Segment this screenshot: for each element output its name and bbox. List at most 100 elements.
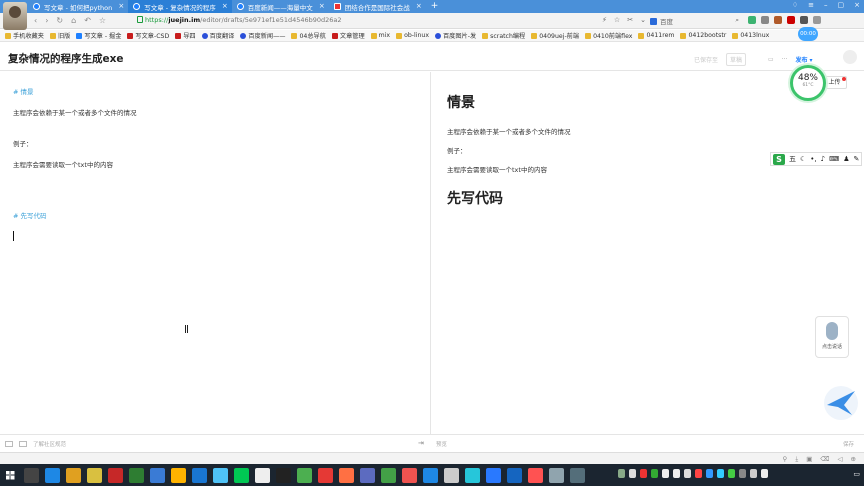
pycharm-app-icon[interactable] [276,467,291,483]
bookmark-item[interactable]: 百度图片-发 [434,31,476,40]
chrome-app-icon[interactable] [171,467,186,483]
trash-icon[interactable]: ⌫ [820,455,829,464]
app-icon[interactable] [213,467,228,483]
ime-mode[interactable]: 五 [789,154,796,164]
blocker-extension-icon[interactable] [787,16,795,24]
notification-icon[interactable]: ▭ [853,470,860,478]
search-input[interactable]: 百度 ⌕ [650,16,745,26]
undo-icon[interactable]: ↶ [84,16,91,25]
qq-tray-icon[interactable] [662,469,669,478]
volume-icon[interactable]: ◁ [838,455,843,464]
bookmark-item[interactable]: 04总导航 [291,31,326,40]
sogou-s-icon[interactable]: S [773,153,785,165]
wrench-icon[interactable]: ✎ [854,155,860,163]
markdown-editor[interactable]: # 情景 主程序会依赖于某一个或者多个文件的情况 例子： 主程序会需要读取一个t… [0,72,431,434]
doc-app-icon[interactable] [255,467,270,483]
grid-extension-icon[interactable] [748,16,756,24]
url-field[interactable]: https://juejin.im/editor/drafts/5e971ef1… [145,16,342,24]
more-extension-icon[interactable] [813,16,821,24]
bird-logo-icon[interactable] [822,385,860,421]
maximize-icon[interactable]: ▢ [838,1,845,9]
shirt-icon[interactable]: ♢ [792,1,798,9]
cpu-gauge-widget[interactable]: 48% 61°C [790,65,826,101]
home-icon[interactable]: ⌂ [71,16,76,25]
browser-tab[interactable]: 写文章 - 如何把python × [28,0,128,13]
browser-tab[interactable]: 团结合作是国际社会战 × [329,0,426,13]
app-icon[interactable] [486,467,501,483]
article-title-input[interactable]: 复杂情况的程序生成exe [8,51,124,66]
app-icon[interactable] [150,467,165,483]
app-icon[interactable] [528,467,543,483]
keyboard-shortcut-icon[interactable] [5,441,13,447]
app-icon[interactable] [444,467,459,483]
bookmark-item[interactable]: ob-linux [396,32,429,39]
bookmark-item[interactable]: 写文章-CSD [127,31,169,40]
app-icon[interactable] [129,467,144,483]
zoom-icon[interactable]: ⊕ [851,455,856,464]
forward-icon[interactable]: › [45,16,48,25]
minimize-icon[interactable]: – [824,1,828,9]
user-icon[interactable]: ♟ [843,155,849,163]
dropdown-icon[interactable]: ⌄ [640,16,646,24]
bookmark-item[interactable]: 0413lnux [732,32,769,39]
browser-tab[interactable]: 百度新闻——海量中文 × [232,0,329,13]
user-avatar[interactable] [3,2,27,30]
sync-scroll-icon[interactable]: ⇥ [418,439,424,447]
bookmark-item[interactable]: 百度翻译 [201,31,234,40]
tray-icon[interactable] [717,469,724,478]
voice-input-widget[interactable]: 点击说话 [815,316,849,358]
app-icon[interactable] [87,467,102,483]
speed-icon[interactable]: ⚲ [783,455,788,464]
app-icon[interactable] [507,467,522,483]
image-icon[interactable] [19,441,27,447]
avatar[interactable] [843,50,857,64]
bookmark-item[interactable]: 0409uej-前端 [531,31,579,40]
wechat-app-icon[interactable] [297,467,312,483]
app-icon[interactable] [360,467,375,483]
app-icon[interactable] [318,467,333,483]
image-upload-icon[interactable]: ▭ [768,56,774,63]
puzzle-extension-icon[interactable] [761,16,769,24]
app-icon[interactable] [381,467,396,483]
close-icon[interactable]: × [319,2,325,10]
cut-icon[interactable]: ✂ [627,16,633,24]
menu-icon[interactable]: ≡ [808,1,814,9]
app-icon[interactable] [465,467,480,483]
folder-app-icon[interactable] [66,467,81,483]
keyboard-icon[interactable]: ⌨ [829,155,839,163]
tray-icon[interactable] [640,469,647,478]
back-icon[interactable]: ‹ [34,16,37,25]
bookmark-item[interactable]: 0412bootstr [680,32,726,39]
app-icon[interactable] [339,467,354,483]
app-icon[interactable] [402,467,417,483]
tray-icon[interactable] [728,469,735,478]
reload-icon[interactable]: ↻ [56,16,63,25]
bookmark-item[interactable]: scratch编程 [482,31,525,40]
start-button[interactable] [0,464,20,486]
bookmark-item[interactable]: 百度新闻—— [240,31,285,40]
close-icon[interactable]: × [222,2,228,10]
community-guidelines-link[interactable]: 了解社区规范 [33,440,66,448]
app-icon[interactable] [108,467,123,483]
publish-button[interactable]: 发布 ▾ [795,55,812,64]
lightning-icon[interactable]: ⚡ [602,16,607,24]
tools-extension-icon[interactable] [800,16,808,24]
tray-icon[interactable] [618,469,625,478]
download-icon[interactable]: ⤓ [795,455,798,464]
more-icon[interactable]: ··· [782,56,788,63]
close-icon[interactable]: × [416,2,422,10]
star-icon[interactable]: ☆ [99,16,106,25]
bookmark-item[interactable]: 0411rem [638,32,674,39]
app-icon[interactable] [423,467,438,483]
app-icon[interactable] [549,467,564,483]
tray-icon[interactable] [695,469,702,478]
tray-icon[interactable] [651,469,658,478]
tray-icon[interactable] [684,469,691,478]
bookmark-item[interactable]: 文章管理 [331,31,365,40]
bookmark-item[interactable]: 旧版 [49,31,70,40]
bookmark-item[interactable]: mix [370,32,390,39]
search-icon[interactable]: ⌕ [735,16,739,25]
bookmark-item[interactable]: 0410前端flex [585,31,632,40]
tray-icon[interactable] [706,469,713,478]
bookmark-item[interactable]: 手机收藏夹 [5,31,44,40]
